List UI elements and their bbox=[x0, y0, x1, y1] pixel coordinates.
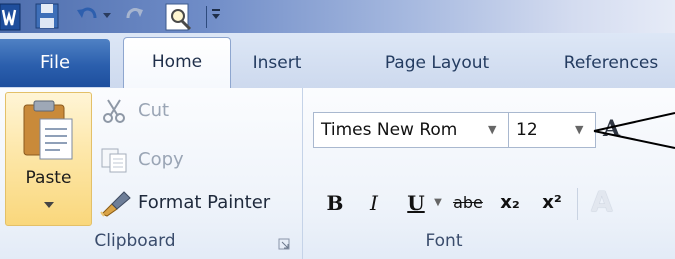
font-size-combobox[interactable]: 12 ▼ bbox=[508, 112, 596, 148]
font-name-value: Times New Rom bbox=[321, 120, 458, 140]
chevron-down-icon[interactable]: ▼ bbox=[488, 113, 496, 147]
font-name-combobox[interactable]: Times New Rom ▼ bbox=[313, 112, 510, 148]
chevron-down-icon[interactable]: ▼ bbox=[431, 186, 445, 220]
ribbon-home-panel: Paste Cut Copy Format Painter Clipboard … bbox=[0, 88, 675, 259]
grow-font-button[interactable]: A bbox=[603, 112, 629, 146]
font-group-label: Font bbox=[425, 231, 463, 251]
toolbar-separator bbox=[577, 188, 578, 220]
tab-insert[interactable]: Insert bbox=[236, 39, 318, 87]
tab-home[interactable]: Home bbox=[123, 37, 231, 89]
dialog-launcher-icon[interactable] bbox=[278, 238, 290, 250]
copy-icon bbox=[101, 148, 127, 173]
ribbon-tabs: File Home Insert Page Layout References bbox=[0, 33, 675, 89]
undo-dropdown-icon[interactable] bbox=[101, 0, 113, 33]
tab-references[interactable]: References bbox=[541, 39, 675, 87]
cut-label: Cut bbox=[138, 100, 170, 121]
quick-access-toolbar bbox=[0, 0, 675, 33]
tab-file[interactable]: File bbox=[0, 39, 110, 87]
superscript-button[interactable]: x² bbox=[537, 186, 567, 220]
print-preview-icon[interactable] bbox=[162, 0, 196, 33]
text-effects-icon[interactable]: A bbox=[591, 184, 631, 220]
bold-button[interactable]: B bbox=[321, 186, 349, 220]
tab-page-layout[interactable]: Page Layout bbox=[352, 39, 522, 87]
font-group: Times New Rom ▼ 12 ▼ A B I U ▼ abe x₂ x²… bbox=[303, 88, 675, 259]
chevron-down-icon[interactable] bbox=[43, 201, 55, 209]
redo-icon[interactable] bbox=[122, 0, 146, 33]
strikethrough-button[interactable]: abe bbox=[449, 186, 487, 220]
paste-label: Paste bbox=[25, 168, 72, 188]
scissors-icon bbox=[103, 99, 125, 123]
paste-button[interactable]: Paste bbox=[5, 92, 92, 226]
subscript-button[interactable]: x₂ bbox=[495, 186, 525, 220]
format-painter-label: Format Painter bbox=[138, 192, 271, 213]
word-logo-icon[interactable] bbox=[0, 0, 22, 33]
clipboard-icon bbox=[23, 100, 73, 160]
italic-button[interactable]: I bbox=[361, 186, 387, 220]
clipboard-group-label: Clipboard bbox=[94, 231, 176, 251]
customize-toolbar-icon[interactable] bbox=[209, 0, 223, 33]
chevron-down-icon[interactable]: ▼ bbox=[575, 113, 583, 147]
clipboard-group: Paste Cut Copy Format Painter Clipboard bbox=[0, 88, 303, 259]
copy-label: Copy bbox=[138, 149, 184, 170]
paintbrush-icon bbox=[100, 191, 131, 217]
underline-button[interactable]: U bbox=[403, 186, 429, 220]
font-size-value: 12 bbox=[516, 120, 538, 140]
save-icon[interactable] bbox=[32, 0, 62, 33]
undo-icon[interactable] bbox=[75, 0, 99, 33]
toolbar-separator bbox=[206, 6, 207, 28]
